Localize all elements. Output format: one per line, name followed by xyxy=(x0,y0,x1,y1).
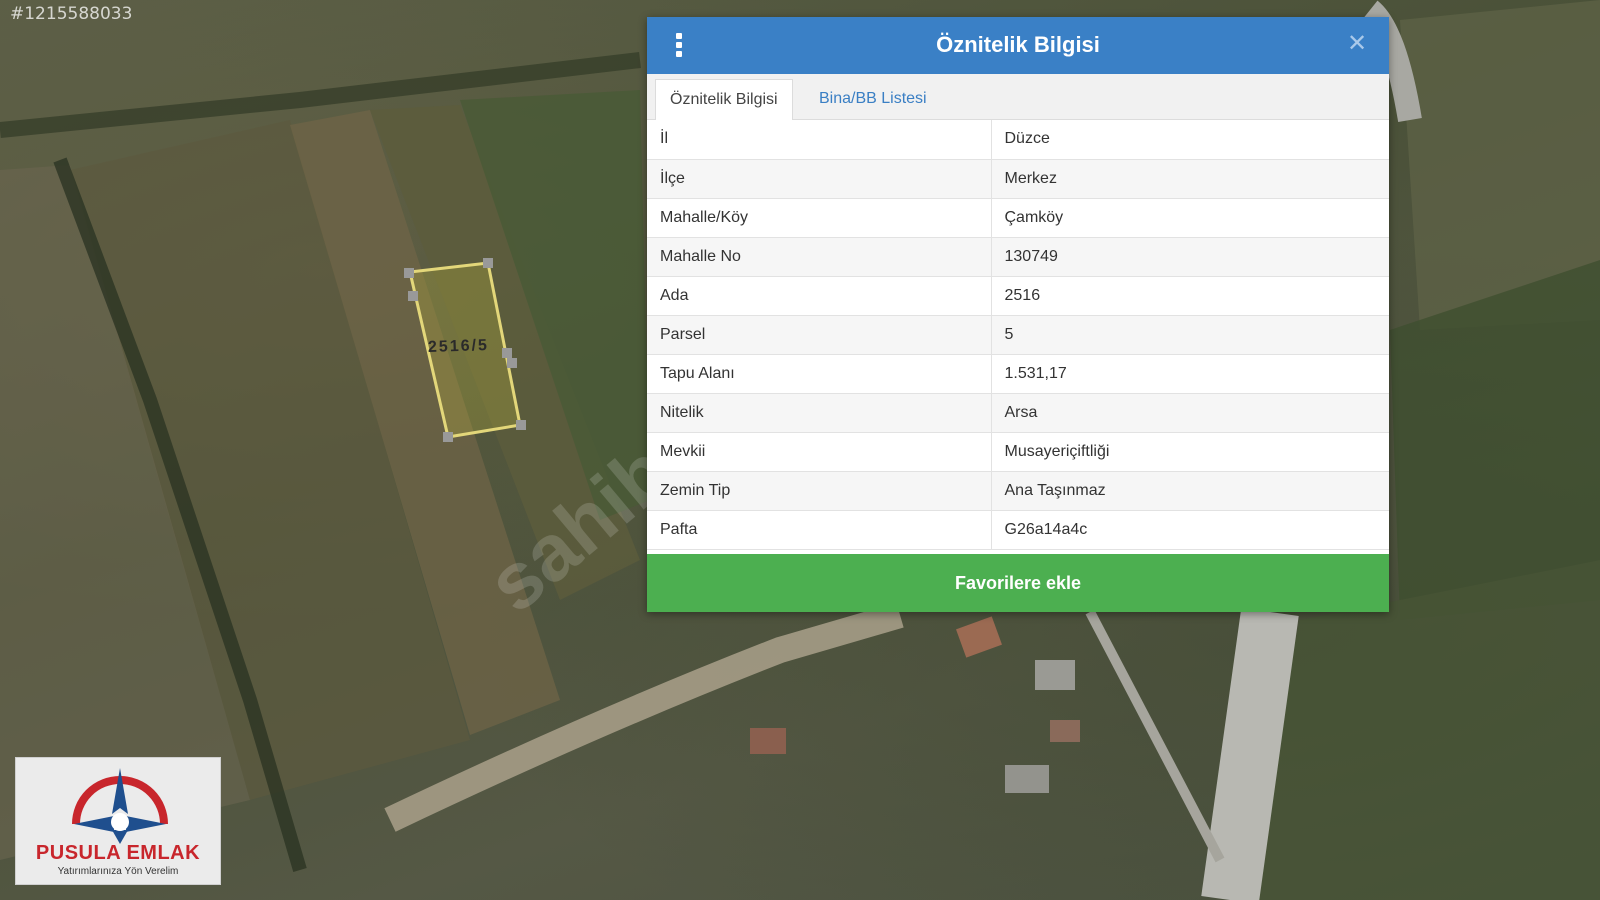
attribute-table: İl Düzce İlçe Merkez Mahalle/Köy Çamköy Mah… xyxy=(647,120,1389,550)
row-value: 1.531,17 xyxy=(991,354,1389,394)
paved-road xyxy=(1201,608,1299,900)
row-key: İl xyxy=(647,120,992,160)
table-row: Tapu Alanı 1.531,17 xyxy=(647,354,1389,394)
compass-icon xyxy=(72,768,168,844)
row-key: Parsel xyxy=(647,315,992,355)
row-value: Arsa xyxy=(991,393,1389,433)
attribute-info-dialog: Öznitelik Bilgisi ✕ Öznitelik Bilgisi Bi… xyxy=(647,17,1389,612)
dialog-tabs: Öznitelik Bilgisi Bina/BB Listesi xyxy=(647,74,1389,120)
parcel-vertex-handle[interactable] xyxy=(483,258,493,268)
row-key: Zemin Tip xyxy=(647,471,992,511)
row-value: G26a14a4c xyxy=(991,510,1389,550)
logo-tagline: Yatırımlarınıza Yön Verelim xyxy=(57,866,179,877)
row-value: Ana Taşınmaz xyxy=(991,471,1389,511)
parcel-vertex-handle[interactable] xyxy=(502,348,512,358)
parcel-vertex-handle[interactable] xyxy=(516,420,526,430)
parcel-vertex-handle[interactable] xyxy=(404,268,414,278)
row-key: Ada xyxy=(647,276,992,316)
row-key: Mahalle/Köy xyxy=(647,198,992,238)
row-value: Çamköy xyxy=(991,198,1389,238)
table-row: Zemin Tip Ana Taşınmaz xyxy=(647,471,1389,511)
tab-building-list[interactable]: Bina/BB Listesi xyxy=(805,79,941,120)
house xyxy=(956,616,1002,658)
table-row: Mahalle No 130749 xyxy=(647,237,1389,277)
image-id-label: #1215588033 xyxy=(10,4,133,24)
house xyxy=(1050,720,1080,742)
side-road xyxy=(1085,609,1225,863)
house xyxy=(1035,660,1075,690)
row-key: Mahalle No xyxy=(647,237,992,277)
company-logo: PUSULA EMLAK Yatırımlarınıza Yön Verelim xyxy=(15,757,221,885)
house xyxy=(1005,765,1049,793)
close-icon[interactable]: ✕ xyxy=(1343,29,1371,59)
table-row: Pafta G26a14a4c xyxy=(647,510,1389,550)
row-key: İlçe xyxy=(647,159,992,199)
house xyxy=(750,728,786,754)
table-row: İlçe Merkez xyxy=(647,159,1389,199)
table-row: İl Düzce xyxy=(647,120,1389,160)
parcel-label: 2516/5 xyxy=(427,336,490,357)
tab-attribute-info[interactable]: Öznitelik Bilgisi xyxy=(655,79,793,120)
row-key: Nitelik xyxy=(647,393,992,433)
row-key: Tapu Alanı xyxy=(647,354,992,394)
parcel-vertex-handle[interactable] xyxy=(443,432,453,442)
parcel-vertex-handle[interactable] xyxy=(408,291,418,301)
row-key: Pafta xyxy=(647,510,992,550)
parcel-vertex-handle[interactable] xyxy=(507,358,517,368)
row-value: 2516 xyxy=(991,276,1389,316)
row-value: Merkez xyxy=(991,159,1389,199)
table-row: Mahalle/Köy Çamköy xyxy=(647,198,1389,238)
row-key: Mevkii xyxy=(647,432,992,472)
table-row: Ada 2516 xyxy=(647,276,1389,316)
row-value: 5 xyxy=(991,315,1389,355)
dialog-title: Öznitelik Bilgisi xyxy=(936,32,1100,57)
table-row: Nitelik Arsa xyxy=(647,393,1389,433)
add-to-favorites-button[interactable]: Favorilere ekle xyxy=(647,554,1389,612)
row-value: Düzce xyxy=(991,120,1389,160)
table-row: Mevkii Musayeriçiftliği xyxy=(647,432,1389,472)
row-value: 130749 xyxy=(991,237,1389,277)
logo-name: PUSULA EMLAK xyxy=(35,842,201,864)
table-row: Parsel 5 xyxy=(647,315,1389,355)
row-value: Musayeriçiftliği xyxy=(991,432,1389,472)
dialog-header: Öznitelik Bilgisi ✕ xyxy=(647,17,1389,74)
